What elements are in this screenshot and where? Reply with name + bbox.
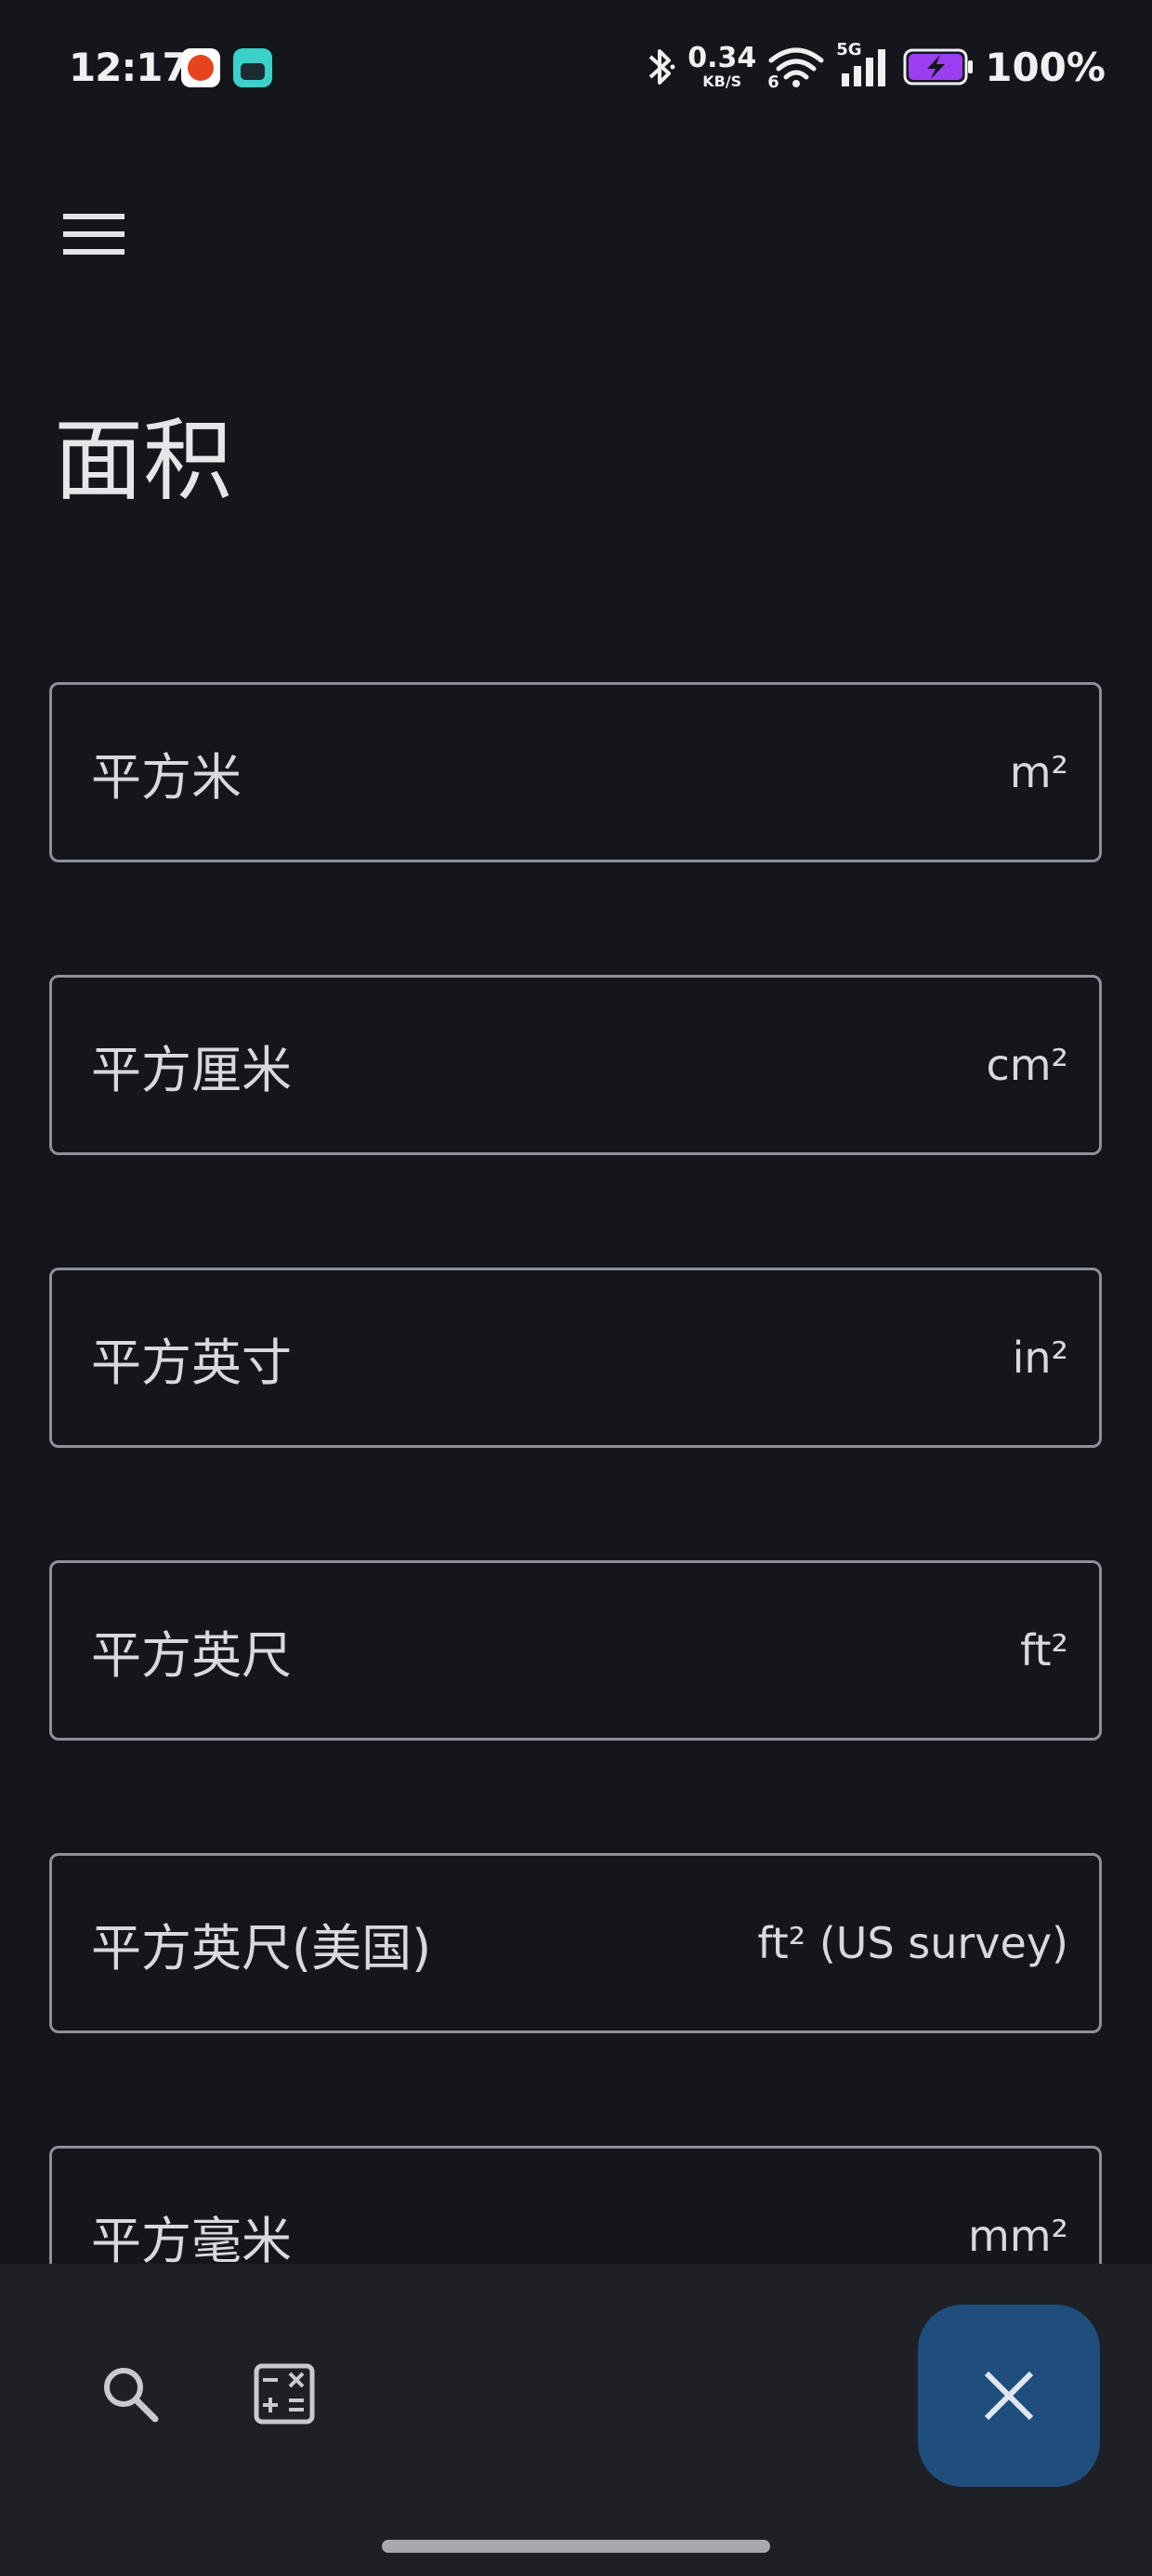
status-bar: 12:17 0.34 KB/S 6 5G 100%	[0, 0, 1152, 139]
calculator-button[interactable]	[240, 2349, 329, 2438]
magic-app-icon	[233, 48, 272, 87]
net-speed-value: 0.34	[687, 42, 757, 74]
screen: 12:17 0.34 KB/S 6 5G 100% 面积 平方米 m² 平方厘米…	[0, 0, 1152, 2576]
status-indicators: 0.34 KB/S 6 5G 100%	[645, 39, 1106, 95]
unit-label: 平方英尺	[91, 1625, 292, 1685]
battery-percent: 100%	[985, 44, 1106, 90]
bluetooth-icon	[645, 46, 676, 88]
close-icon	[984, 2371, 1034, 2421]
page-title: 面积	[54, 409, 232, 513]
search-icon	[104, 2368, 159, 2423]
calculator-icon	[254, 2363, 315, 2425]
unit-field-square-foot-us-survey[interactable]: 平方英尺(美国) ft² (US survey)	[49, 1853, 1102, 2033]
battery-charging-icon	[903, 46, 974, 87]
unit-symbol: mm²	[967, 2211, 1068, 2261]
wifi-sub-label: 6	[767, 72, 779, 92]
home-indicator[interactable]	[382, 2540, 770, 2553]
unit-symbol: in²	[1012, 1333, 1068, 1383]
net-speed-unit: KB/S	[702, 72, 742, 90]
unit-label: 平方毫米	[91, 2211, 292, 2270]
unit-label: 平方英尺(美国)	[91, 1918, 432, 1978]
menu-button[interactable]	[52, 199, 136, 269]
unit-field-square-meter[interactable]: 平方米 m²	[49, 682, 1102, 862]
unit-symbol: m²	[1009, 747, 1068, 797]
search-button[interactable]	[85, 2349, 175, 2438]
network-speed: 0.34 KB/S	[687, 45, 756, 89]
unit-field-square-centimeter[interactable]: 平方厘米 cm²	[49, 975, 1102, 1155]
unit-label: 平方英寸	[91, 1333, 292, 1392]
status-time: 12:17	[69, 45, 190, 90]
unit-symbol: cm²	[986, 1040, 1068, 1090]
unit-label: 平方厘米	[91, 1040, 292, 1099]
shopping-app-icon	[181, 48, 220, 87]
hamburger-menu-icon	[63, 214, 124, 255]
unit-symbol: ft² (US survey)	[757, 1918, 1068, 1968]
unit-label: 平方米	[91, 747, 242, 807]
unit-field-square-foot[interactable]: 平方英尺 ft²	[49, 1560, 1102, 1741]
unit-field-square-inch[interactable]: 平方英寸 in²	[49, 1268, 1102, 1448]
wifi-icon: 6	[767, 46, 825, 92]
close-fab-button[interactable]	[918, 2305, 1100, 2487]
unit-symbol: ft²	[1020, 1625, 1068, 1676]
cellular-signal-icon: 5G	[836, 40, 892, 88]
network-type-label: 5G	[836, 40, 862, 59]
